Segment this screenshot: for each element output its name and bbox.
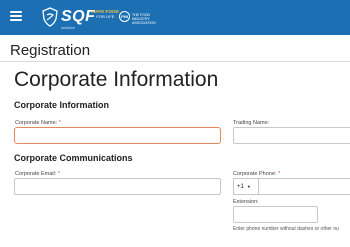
chevron-down-icon: ▼ xyxy=(246,184,251,189)
corporate-name-input[interactable] xyxy=(14,127,221,144)
corporate-email-label-text: Corporate Email: xyxy=(15,171,57,177)
corporate-phone-input[interactable] xyxy=(258,178,350,195)
fmi-logo-badge: FMI xyxy=(119,11,130,22)
hamburger-menu-icon[interactable] xyxy=(10,11,22,21)
sqf-logo-icon xyxy=(42,7,58,27)
corporate-phone-label: Corporate Phone: * xyxy=(233,171,280,177)
phone-country-code-select[interactable]: +1 ▼ xyxy=(233,178,258,195)
required-marker: * xyxy=(58,120,61,126)
title-divider xyxy=(0,61,350,62)
corporate-name-label: Corporate Name: * xyxy=(15,120,61,126)
phone-country-code-value: +1 xyxy=(237,184,244,190)
sqf-logo-subtext: institute xyxy=(61,26,75,30)
top-navigation-bar: SQF institute SAFE FOOD FOR LIFE FMI THE… xyxy=(0,0,350,35)
required-marker: * xyxy=(57,171,60,177)
sqf-logo-text: SQF xyxy=(61,8,96,25)
corporate-email-label: Corporate Email: * xyxy=(15,171,60,177)
form-heading: Corporate Information xyxy=(14,68,219,91)
trading-name-input[interactable] xyxy=(233,127,350,144)
corporate-information-section-title: Corporate Information xyxy=(14,100,110,110)
corporate-name-label-text: Corporate Name: xyxy=(15,120,58,126)
corporate-communications-section-title: Corporate Communications xyxy=(14,153,133,163)
trading-name-label: Trading Name: xyxy=(233,120,270,126)
safe-food-logo-bottom: FOR LIFE xyxy=(96,14,115,19)
extension-input[interactable] xyxy=(233,206,318,223)
page-title: Registration xyxy=(10,42,91,59)
required-marker: * xyxy=(277,171,281,177)
extension-label: Extension: xyxy=(233,199,259,205)
corporate-phone-label-text: Corporate Phone: xyxy=(233,171,277,177)
corporate-email-input[interactable] xyxy=(14,178,221,195)
fmi-logo-text: THE FOOD INDUSTRY ASSOCIATION xyxy=(132,13,156,25)
safe-food-logo: SAFE FOOD FOR LIFE xyxy=(92,9,119,19)
phone-help-text: Enter phone number without dashes or oth… xyxy=(233,226,339,232)
